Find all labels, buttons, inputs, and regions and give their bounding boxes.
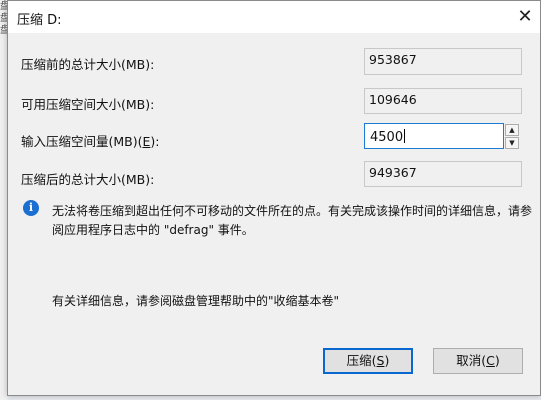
total-after-value: 949367 [364,161,522,187]
help-message: 有关详细信息，请参阅磁盘管理帮助中的"收缩基本卷" [52,294,340,308]
cancel-button[interactable]: 取消(C) [433,348,523,374]
spin-down-button[interactable]: ▼ [505,137,519,149]
info-message: 无法将卷压缩到超出任何不可移动的文件所在的点。有关完成该操作时间的详细信息，请参… [52,204,533,237]
close-icon: ✕ [517,6,533,27]
title-bar[interactable]: 压缩 D: ✕ [8,1,540,33]
shrink-amount-label: 输入压缩空间量(MB)(E): [21,134,160,149]
shrink-button[interactable]: 压缩(S) [323,348,413,374]
total-before-value: 953867 [364,48,522,75]
shrink-amount-input[interactable]: 4500 [364,123,504,149]
available-space-value: 109646 [364,88,522,114]
spin-up-button[interactable]: ▲ [505,124,519,136]
available-space-label: 可用压缩空间大小(MB): [21,97,155,112]
info-icon: i [23,200,39,216]
triangle-down-icon: ▼ [509,139,515,147]
triangle-up-icon: ▲ [509,126,515,134]
dialog-title: 压缩 D: [17,13,62,28]
shrink-volume-dialog: 压缩 D: ✕ 压缩前的总计大小(MB): 953867 可用压缩空间大小(MB… [7,0,541,396]
close-button[interactable]: ✕ [510,1,540,33]
total-after-label: 压缩后的总计大小(MB): [21,172,155,187]
total-before-label: 压缩前的总计大小(MB): [21,57,155,72]
